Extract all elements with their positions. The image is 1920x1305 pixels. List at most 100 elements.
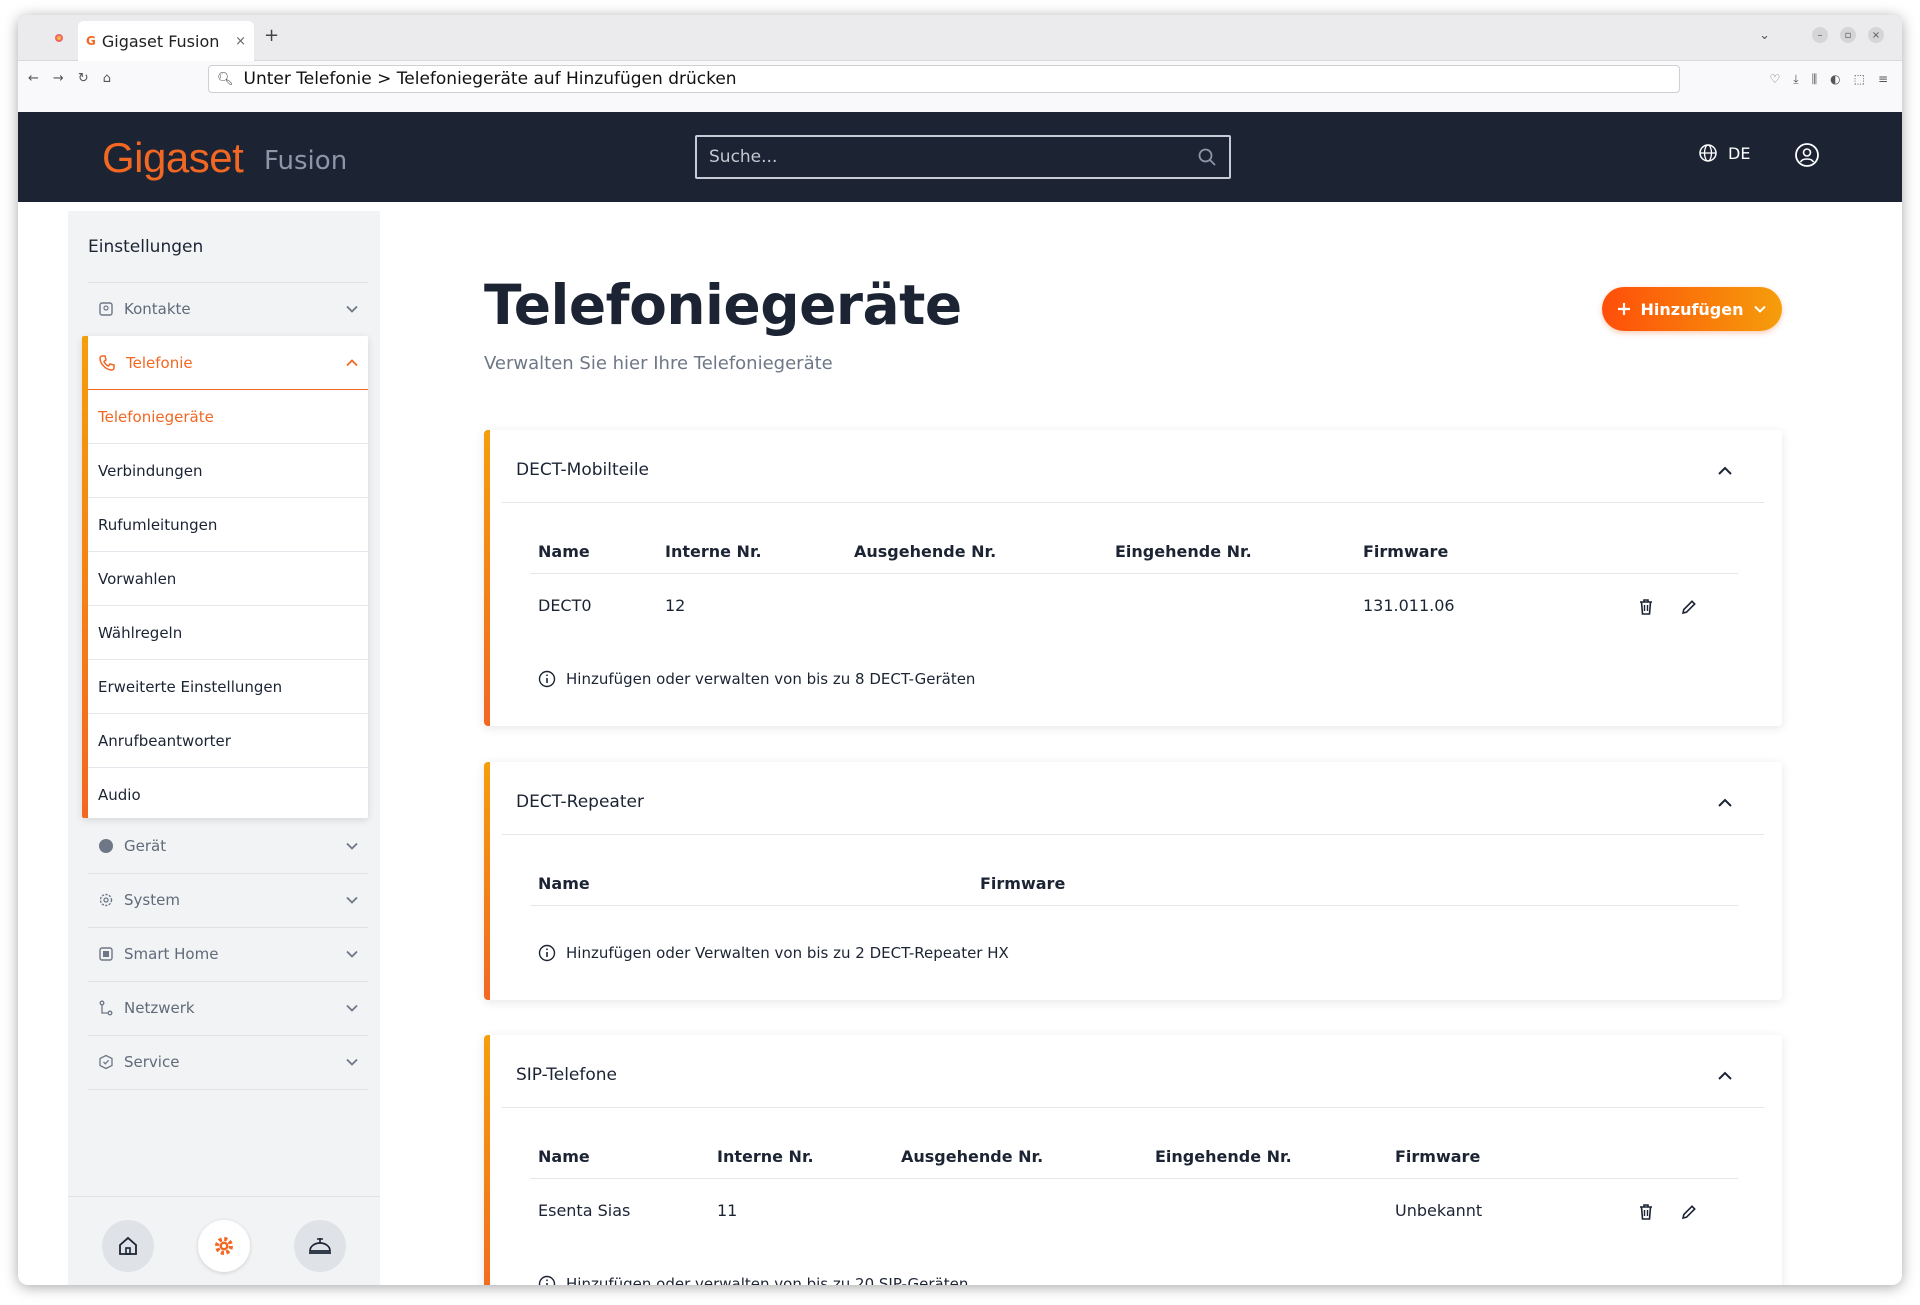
house-icon bbox=[119, 1236, 137, 1255]
app-header: Gigaset Fusion DE bbox=[18, 112, 1902, 202]
chevron-up-icon[interactable] bbox=[1716, 462, 1734, 480]
sidebar-subitem-anrufbeantworter[interactable]: Anrufbeantworter bbox=[88, 714, 368, 768]
column-header: Ausgehende Nr. bbox=[901, 1147, 1044, 1166]
extensions-icon[interactable]: ⬚ bbox=[1854, 72, 1865, 87]
chevron-up-icon[interactable] bbox=[1716, 1067, 1734, 1085]
column-header: Eingehende Nr. bbox=[1115, 542, 1252, 561]
column-header: Name bbox=[538, 874, 590, 893]
maximize-icon[interactable]: ▫ bbox=[1840, 27, 1856, 43]
section-accent bbox=[484, 1035, 490, 1285]
sidebar-subitem-verbindungen[interactable]: Verbindungen bbox=[88, 444, 368, 498]
window-controls: ⌄ – ▫ × bbox=[1759, 27, 1884, 43]
section-accent bbox=[484, 762, 490, 1000]
section-title: SIP-Telefone bbox=[516, 1065, 618, 1085]
back-icon[interactable]: ← bbox=[28, 71, 39, 86]
extension-icon[interactable]: ◐ bbox=[1830, 72, 1840, 87]
chevron-up-icon[interactable] bbox=[344, 355, 360, 371]
sidebar-subitem-telefoniegeraete[interactable]: Telefoniegeräte bbox=[88, 390, 368, 444]
new-tab-button[interactable]: + bbox=[264, 25, 279, 46]
sidebar-subitem-erweiterte-einstellungen[interactable]: Erweiterte Einstellungen bbox=[88, 660, 368, 714]
sidebar-item-system[interactable]: System bbox=[88, 873, 368, 927]
column-header: Ausgehende Nr. bbox=[854, 542, 997, 561]
sidebar-item-geraet[interactable]: Gerät bbox=[88, 819, 368, 873]
sidebar-item-smart-home[interactable]: Smart Home bbox=[88, 927, 368, 981]
assistant-button[interactable] bbox=[294, 1220, 346, 1272]
chevron-down-icon[interactable] bbox=[344, 301, 360, 317]
sidebar-item-label: Smart Home bbox=[124, 945, 219, 963]
reload-icon[interactable]: ↻ bbox=[78, 71, 89, 86]
chevron-down-icon[interactable] bbox=[344, 838, 360, 854]
info-icon bbox=[538, 944, 556, 962]
search-icon[interactable] bbox=[1197, 147, 1217, 167]
sidebar-item-kontakte[interactable]: Kontakte bbox=[88, 282, 368, 336]
table-header-divider bbox=[530, 573, 1738, 574]
globe-icon bbox=[1699, 144, 1717, 162]
gigaset-logo[interactable]: Gigaset bbox=[102, 134, 244, 182]
add-button[interactable]: Hinzufügen bbox=[1602, 287, 1782, 331]
assistant-icon bbox=[309, 1238, 331, 1254]
sidebar-item-label: Telefonie bbox=[126, 353, 193, 372]
section-dect-repeater: DECT-Repeater Name Firmware Hinzufügen o… bbox=[484, 762, 1782, 1000]
section-divider bbox=[502, 834, 1764, 835]
sidebar-title: Einstellungen bbox=[88, 237, 204, 257]
column-header: Name bbox=[538, 1147, 590, 1166]
sidebar-subitem-audio[interactable]: Audio bbox=[88, 768, 368, 822]
gear-icon bbox=[215, 1237, 233, 1255]
sidebar-subitem-vorwahlen[interactable]: Vorwahlen bbox=[88, 552, 368, 606]
chevron-down-icon[interactable] bbox=[344, 1054, 360, 1070]
settings-button[interactable] bbox=[198, 1220, 250, 1272]
user-account-icon[interactable] bbox=[1794, 142, 1820, 168]
language-selector[interactable]: DE bbox=[1698, 143, 1750, 163]
close-window-icon[interactable]: × bbox=[1868, 27, 1884, 43]
chevron-down-icon[interactable] bbox=[344, 1000, 360, 1016]
edit-icon[interactable] bbox=[1680, 598, 1698, 616]
cell-internal: 11 bbox=[717, 1201, 738, 1220]
minimize-icon[interactable]: – bbox=[1812, 27, 1828, 43]
edit-icon[interactable] bbox=[1680, 1203, 1698, 1221]
section-divider bbox=[502, 502, 1764, 503]
column-header: Interne Nr. bbox=[717, 1147, 814, 1166]
delete-icon[interactable] bbox=[1637, 1203, 1655, 1221]
sidebar-group-telefonie: Telefonie Telefoniegeräte Verbindungen R… bbox=[82, 336, 368, 818]
browser-tab[interactable]: G Gigaset Fusion × bbox=[78, 21, 254, 61]
cell-firmware: 131.011.06 bbox=[1363, 596, 1455, 615]
section-divider bbox=[502, 1107, 1764, 1108]
tab-list-chevron-icon[interactable]: ⌄ bbox=[1759, 28, 1770, 43]
search-input[interactable] bbox=[709, 147, 1197, 167]
delete-icon[interactable] bbox=[1637, 598, 1655, 616]
library-icon[interactable]: ⫼ bbox=[1812, 72, 1818, 87]
pocket-icon[interactable]: ♡ bbox=[1770, 72, 1781, 87]
cell-firmware: Unbekannt bbox=[1395, 1201, 1483, 1220]
home-icon[interactable]: ⌂ bbox=[103, 71, 111, 86]
info-icon bbox=[538, 670, 556, 688]
url-bar[interactable]: 🔍︎ Unter Telefonie > Telefoniegeräte auf… bbox=[208, 65, 1680, 93]
main-content: Telefoniegeräte Verwalten Sie hier Ihre … bbox=[380, 211, 1902, 1285]
sidebar-item-netzwerk[interactable]: Netzwerk bbox=[88, 981, 368, 1035]
sidebar-item-service[interactable]: Service bbox=[88, 1035, 368, 1089]
cell-name: Esenta Sias bbox=[538, 1201, 631, 1220]
toolbar-gap bbox=[18, 101, 1902, 112]
sidebar-item-telefonie[interactable]: Telefonie bbox=[88, 336, 368, 390]
service-icon bbox=[98, 1054, 114, 1070]
search-box[interactable] bbox=[695, 135, 1231, 179]
sidebar-subitem-waehlregeln[interactable]: Wählregeln bbox=[88, 606, 368, 660]
info-icon bbox=[538, 1275, 556, 1285]
firefox-view-icon[interactable] bbox=[54, 33, 64, 43]
toolbar-icons: ♡ ⤓ ⫼ ◐ ⬚ ≡ bbox=[1770, 72, 1889, 87]
chevron-up-icon[interactable] bbox=[1716, 794, 1734, 812]
info-text: Hinzufügen oder verwalten von bis zu 20 … bbox=[566, 1275, 969, 1285]
chevron-down-icon[interactable] bbox=[344, 946, 360, 962]
column-header: Firmware bbox=[1363, 542, 1449, 561]
device-icon bbox=[98, 838, 114, 854]
forward-icon[interactable]: → bbox=[53, 71, 64, 86]
tab-close-icon[interactable]: × bbox=[235, 34, 246, 49]
sidebar-subitem-rufumleitungen[interactable]: Rufumleitungen bbox=[88, 498, 368, 552]
column-header: Eingehende Nr. bbox=[1155, 1147, 1292, 1166]
download-icon[interactable]: ⤓ bbox=[1793, 72, 1798, 87]
home-button[interactable] bbox=[102, 1220, 154, 1272]
table-header-divider bbox=[530, 1178, 1738, 1179]
chevron-down-icon[interactable] bbox=[344, 892, 360, 908]
info-text: Hinzufügen oder verwalten von bis zu 8 D… bbox=[566, 670, 976, 688]
cell-name: DECT0 bbox=[538, 596, 592, 615]
menu-icon[interactable]: ≡ bbox=[1878, 72, 1888, 87]
